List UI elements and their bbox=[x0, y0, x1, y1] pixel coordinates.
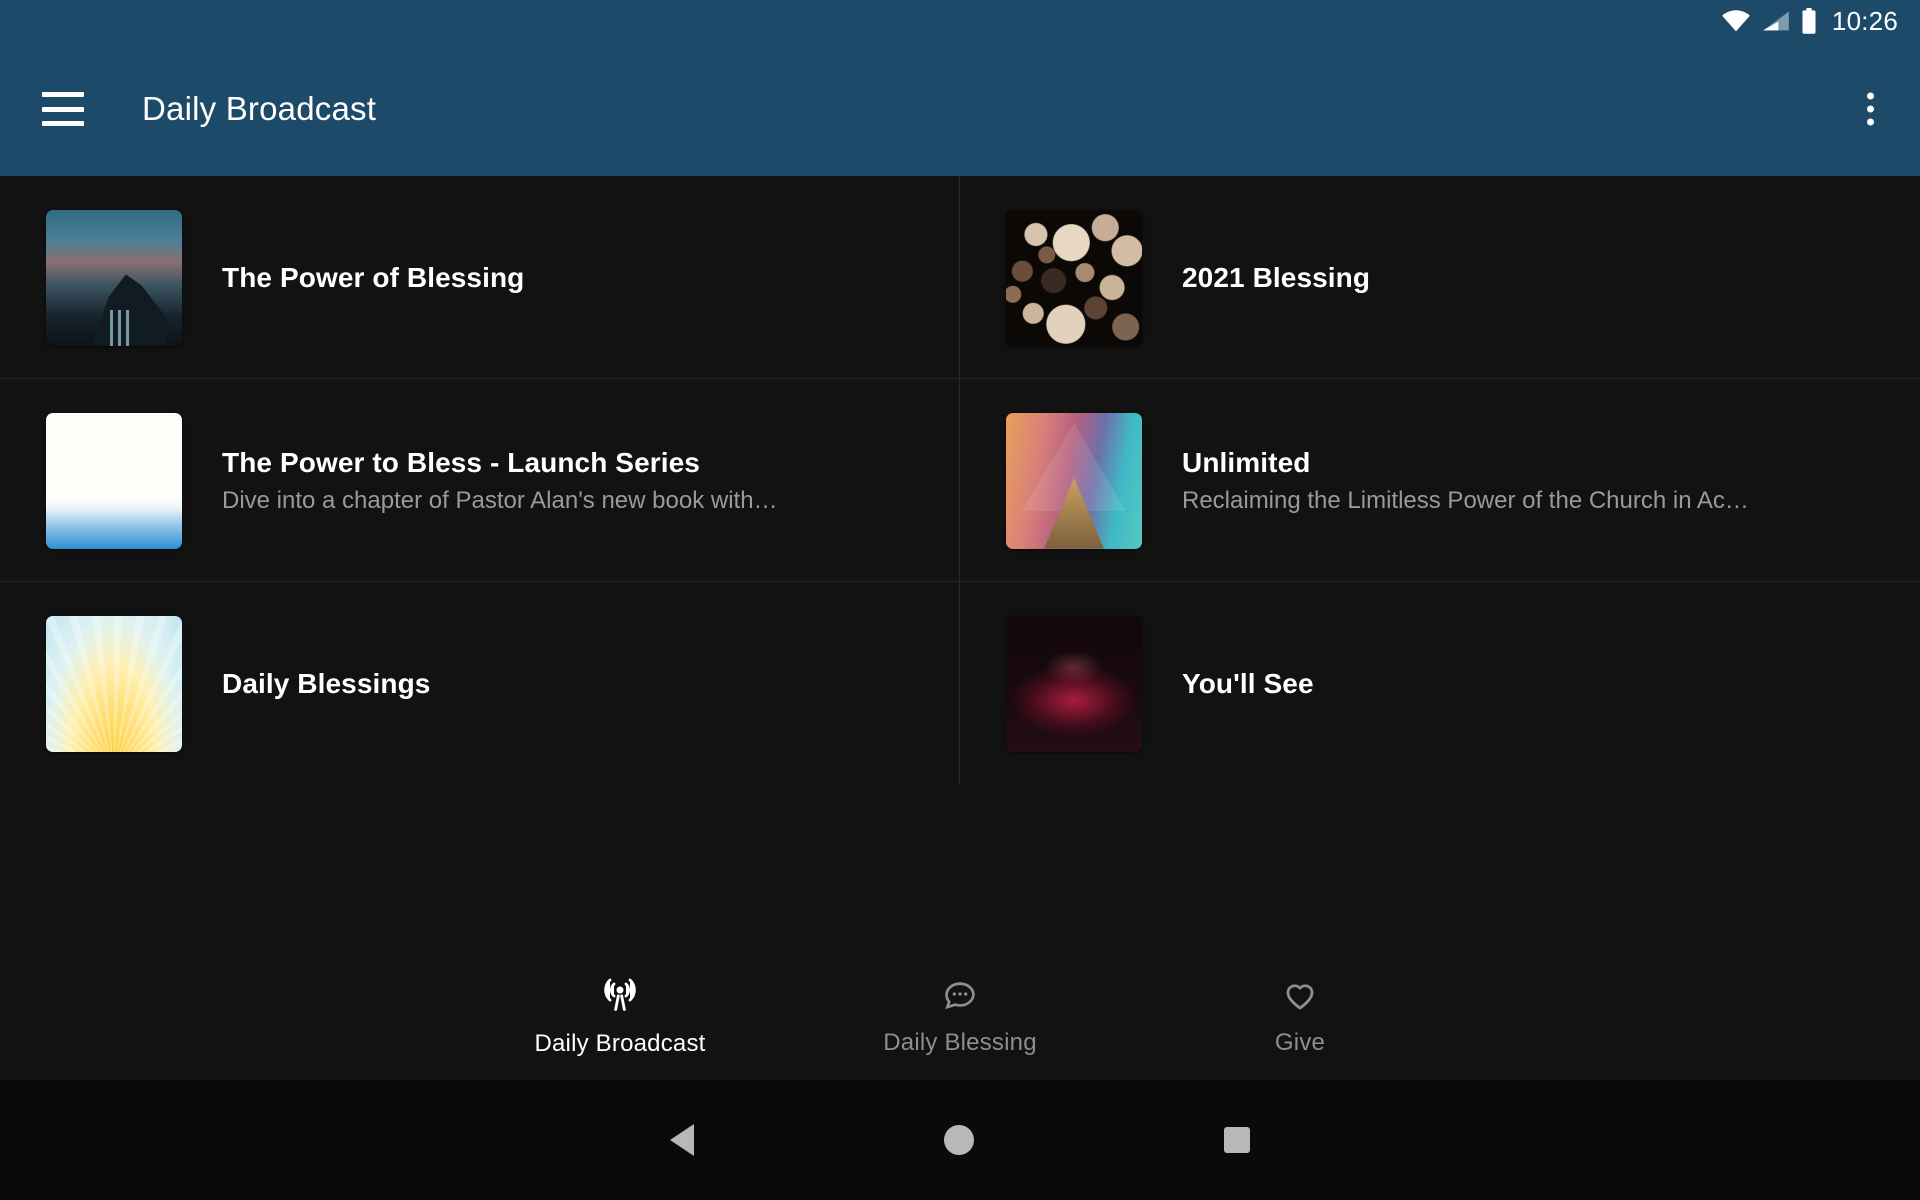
list-item-meta: Unlimited Reclaiming the Limitless Power… bbox=[1182, 447, 1749, 515]
thumbnail-2021-blessing bbox=[1006, 209, 1142, 346]
status-bar: 10:26 bbox=[0, 0, 1920, 42]
list-item-meta: You'll See bbox=[1182, 668, 1314, 700]
list-item-title: Unlimited bbox=[1182, 446, 1311, 478]
thumbnail-daily-blessings: DAILY BLESSINGS bbox=[46, 615, 182, 752]
system-navigation-bar bbox=[0, 1080, 1920, 1200]
tab-label: Give bbox=[1274, 1028, 1326, 1056]
tab-label: Daily Blessing bbox=[883, 1028, 1037, 1056]
thumbnail-unlimited: NLIMITE claiming the Limitless Power of … bbox=[1006, 412, 1142, 549]
list-item-meta: The Power to Bless - Launch Series Dive … bbox=[222, 447, 778, 515]
heart-icon bbox=[1281, 976, 1319, 1019]
list-item-meta: Daily Blessings bbox=[222, 668, 430, 700]
list-item-subtitle: Dive into a chapter of Pastor Alan's new… bbox=[222, 486, 778, 514]
wifi-icon bbox=[1721, 10, 1751, 32]
home-icon[interactable] bbox=[944, 1125, 974, 1155]
app-screen: 10:26 Daily Broadcast THE POWER OF BLESS… bbox=[0, 0, 1920, 1200]
chat-bubble-icon bbox=[941, 976, 979, 1019]
list-item-subtitle: Reclaiming the Limitless Power of the Ch… bbox=[1182, 486, 1749, 514]
list-item[interactable]: YOU'LL SEE You'll See bbox=[960, 582, 1920, 785]
page-title: Daily Broadcast bbox=[142, 90, 377, 127]
broadcast-icon bbox=[600, 975, 640, 1020]
tab-label: Daily Broadcast bbox=[534, 1029, 706, 1057]
list-item-meta: The Power of Blessing bbox=[222, 262, 524, 294]
battery-icon bbox=[1801, 8, 1817, 34]
list-item[interactable]: THE POWER TO BLESS WITH ALAN WRIGHT The … bbox=[0, 379, 960, 582]
hamburger-menu-icon[interactable] bbox=[42, 92, 84, 126]
overflow-menu-icon[interactable] bbox=[1859, 85, 1882, 134]
list-item[interactable]: 2021 Blessing bbox=[960, 176, 1920, 379]
app-bar: Daily Broadcast bbox=[0, 42, 1920, 176]
thumbnail-youll-see: YOU'LL SEE bbox=[1006, 615, 1142, 752]
list-item-meta: 2021 Blessing bbox=[1182, 262, 1370, 294]
thumbnail-the-power-of-blessing: THE POWER OF BLESSING bbox=[46, 209, 182, 346]
recents-icon[interactable] bbox=[1224, 1127, 1250, 1153]
back-icon[interactable] bbox=[670, 1124, 694, 1156]
status-bar-clock: 10:26 bbox=[1831, 5, 1898, 36]
list-item[interactable]: NLIMITE claiming the Limitless Power of … bbox=[960, 379, 1920, 582]
broadcast-list: THE POWER OF BLESSING The Power of Bless… bbox=[0, 176, 1920, 785]
bottom-navigation: Daily Broadcast Daily Blessing Give bbox=[0, 952, 1920, 1080]
list-item-title: The Power of Blessing bbox=[222, 261, 525, 293]
list-item-title: The Power to Bless - Launch Series bbox=[222, 446, 700, 478]
list-item-title: 2021 Blessing bbox=[1182, 261, 1371, 293]
list-item-title: You'll See bbox=[1182, 667, 1314, 699]
tab-daily-broadcast[interactable]: Daily Broadcast bbox=[450, 975, 790, 1058]
thumbnail-the-power-to-bless: THE POWER TO BLESS WITH ALAN WRIGHT bbox=[46, 412, 182, 549]
list-item[interactable]: DAILY BLESSINGS Daily Blessings bbox=[0, 582, 960, 785]
list-item[interactable]: THE POWER OF BLESSING The Power of Bless… bbox=[0, 176, 960, 379]
list-item-title: Daily Blessings bbox=[222, 667, 431, 699]
tab-daily-blessing[interactable]: Daily Blessing bbox=[790, 976, 1130, 1057]
cell-signal-icon bbox=[1762, 10, 1790, 32]
tab-give[interactable]: Give bbox=[1130, 976, 1470, 1057]
